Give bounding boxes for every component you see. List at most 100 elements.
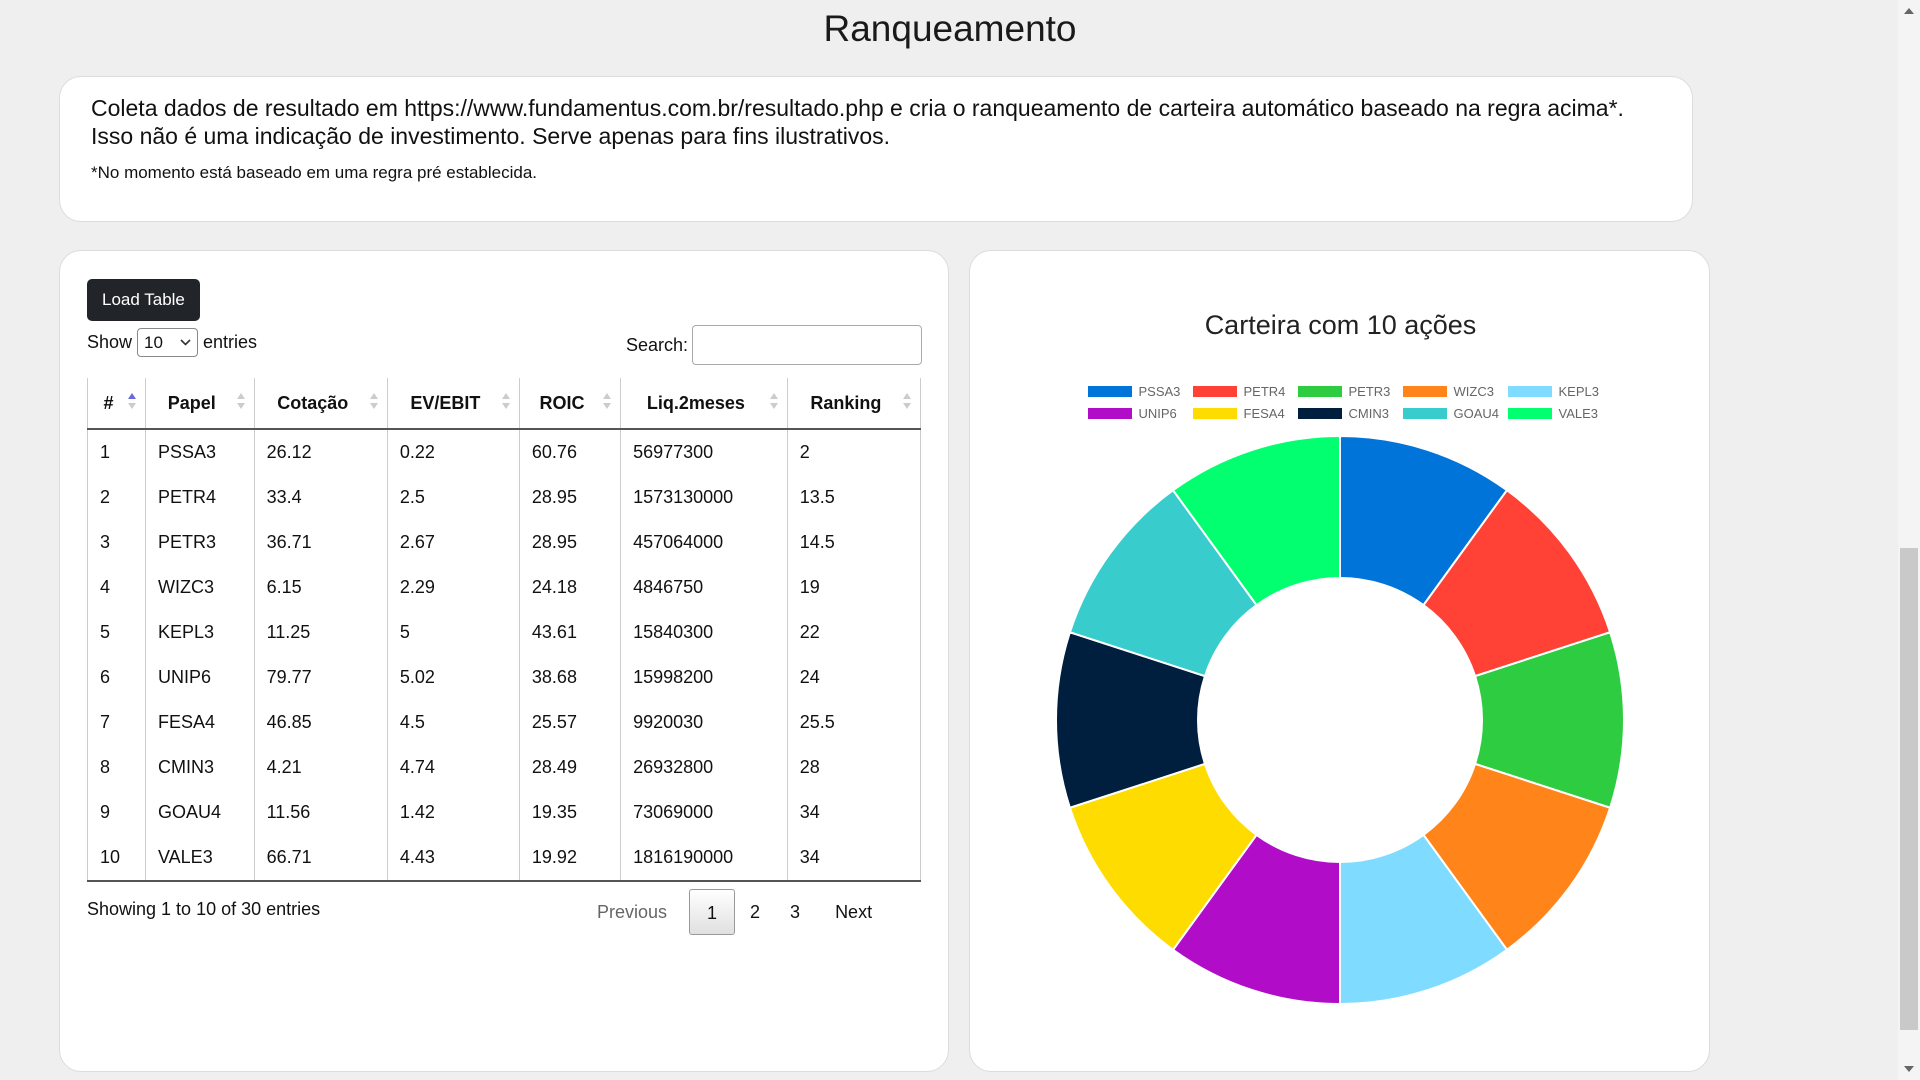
entries-select[interactable]: 10 [137, 328, 199, 357]
table-cell: 79.77 [253, 655, 388, 700]
rule-note: *No momento está baseado em uma regra pr… [91, 163, 538, 182]
legend-item[interactable]: FESA4 [1192, 406, 1286, 421]
column-header[interactable]: ROIC [518, 378, 621, 430]
table-cell: 5 [386, 610, 520, 655]
table-cell: PSSA3 [145, 429, 255, 475]
column-header[interactable]: EV/EBIT [386, 378, 520, 430]
table-cell: 11.56 [253, 790, 388, 835]
previous-page-button[interactable]: Previous [582, 889, 689, 935]
table-cell: PETR4 [145, 475, 255, 520]
table-cell: 38.68 [518, 655, 621, 700]
sort-arrows-icon [236, 393, 246, 413]
table-cell: 2.5 [386, 475, 520, 520]
table-row: 9 GOAU4 11.56 1.42 19.35 73069000 34 [87, 790, 922, 835]
legend-item[interactable]: PETR4 [1192, 384, 1286, 399]
column-header[interactable]: Cotação [253, 378, 388, 430]
column-header-label: Cotação [277, 392, 349, 413]
table-body: 1 PSSA3 26.12 0.22 60.76 56977300 2 2 PETR4 33.4 2… [87, 429, 922, 882]
scroll-down-arrow-icon[interactable] [1904, 1066, 1914, 1072]
legend-swatch [1507, 386, 1552, 397]
page-button-2[interactable]: 2 [735, 889, 775, 935]
table-cell: 5 [87, 610, 146, 655]
scrollbar-thumb[interactable] [1900, 548, 1918, 1030]
table-cell: CMIN3 [145, 745, 255, 790]
table-row: 5 KEPL3 11.25 5 43.61 15840300 22 [87, 610, 922, 655]
table-header-row: # Papel Cotação EV/EBIT ROIC Liq.2meses Rankin… [87, 378, 922, 430]
search-control: Search: [626, 325, 923, 365]
page-scrollbar[interactable] [1898, 0, 1920, 1080]
pagination: Previous 1 2 3 Next [582, 889, 887, 935]
table-cell: 9920030 [620, 700, 788, 745]
legend-swatch [1087, 386, 1132, 397]
table-cell: 10 [87, 835, 146, 882]
table-cell: 24 [786, 655, 922, 700]
table-cell: 1816190000 [620, 835, 788, 882]
table-cell: 15998200 [620, 655, 788, 700]
legend-swatch [1087, 408, 1132, 419]
entries-length-control: Show 10 entries [87, 328, 257, 357]
legend-label: CMIN3 [1348, 406, 1389, 421]
description-text: Coleta dados de resultado em https://www… [91, 95, 1624, 149]
column-header-label: EV/EBIT [410, 392, 481, 413]
chart-title: Carteira com 10 ações [1204, 310, 1477, 340]
table-cell: 7 [87, 700, 146, 745]
legend-swatch [1192, 408, 1237, 419]
table-cell: 4.43 [386, 835, 520, 882]
sort-arrows-icon [769, 393, 779, 413]
table-cell: 26.12 [253, 429, 388, 475]
column-header[interactable]: # [87, 378, 146, 430]
legend-item[interactable]: CMIN3 [1297, 406, 1391, 421]
load-table-button[interactable]: Load Table [87, 279, 200, 321]
show-label: Show [87, 332, 133, 352]
table-cell: 4846750 [620, 565, 788, 610]
table-row: 4 WIZC3 6.15 2.29 24.18 4846750 19 [87, 565, 922, 610]
table-cell: FESA4 [145, 700, 255, 745]
page-button-1[interactable]: 1 [689, 889, 736, 935]
table-row: 10 VALE3 66.71 4.43 19.92 1816190000 34 [87, 835, 922, 882]
legend-swatch [1402, 408, 1447, 419]
legend-label: KEPL3 [1558, 384, 1599, 399]
column-header-label: # [103, 392, 114, 413]
table-info: Showing 1 to 10 of 30 entries [87, 899, 321, 919]
table-cell: 457064000 [620, 520, 788, 565]
table-cell: 13.5 [786, 475, 922, 520]
legend-swatch [1507, 408, 1552, 419]
search-input[interactable] [692, 325, 923, 365]
next-page-button[interactable]: Next [815, 889, 887, 935]
column-header[interactable]: Papel [145, 378, 255, 430]
table-card: Load Table Show 10 entries Search: # Pape… [59, 250, 949, 1072]
table-cell: 25.57 [518, 700, 621, 745]
page-button-3[interactable]: 3 [775, 889, 815, 935]
legend-item[interactable]: WIZC3 [1402, 384, 1496, 399]
sort-arrows-icon [369, 393, 379, 413]
legend-item[interactable]: KEPL3 [1507, 384, 1601, 399]
legend-item[interactable]: PSSA3 [1087, 384, 1181, 399]
legend-item[interactable]: PETR3 [1297, 384, 1391, 399]
column-header[interactable]: Ranking [786, 378, 922, 430]
table-cell: 36.71 [253, 520, 388, 565]
legend-label: WIZC3 [1453, 384, 1494, 399]
scroll-up-arrow-icon[interactable] [1904, 8, 1914, 14]
donut-chart [1055, 435, 1625, 1005]
legend-swatch [1297, 408, 1342, 419]
entries-label: entries [203, 332, 258, 352]
legend-item[interactable]: GOAU4 [1402, 406, 1499, 421]
legend-label: FESA4 [1243, 406, 1285, 421]
table-cell: 14.5 [786, 520, 922, 565]
column-header-label: Liq.2meses [646, 392, 745, 413]
chart-legend: PSSA3 PETR4 PETR3 WIZC3 KEPL3 UNIP6 FESA4 CMIN3… [1074, 384, 1614, 421]
column-header[interactable]: Liq.2meses [620, 378, 788, 430]
legend-swatch [1192, 386, 1237, 397]
table-cell: 22 [786, 610, 922, 655]
legend-item[interactable]: VALE3 [1507, 406, 1601, 421]
table-row: 6 UNIP6 79.77 5.02 38.68 15998200 24 [87, 655, 922, 700]
table-cell: 0.22 [386, 429, 520, 475]
legend-item[interactable]: UNIP6 [1087, 406, 1181, 421]
table-cell: 46.85 [253, 700, 388, 745]
page-title: Ranqueamento [823, 8, 1077, 49]
table-cell: UNIP6 [145, 655, 255, 700]
table-cell: 34 [786, 835, 922, 882]
table-cell: 33.4 [253, 475, 388, 520]
table-cell: 1.42 [386, 790, 520, 835]
table-cell: 26932800 [620, 745, 788, 790]
